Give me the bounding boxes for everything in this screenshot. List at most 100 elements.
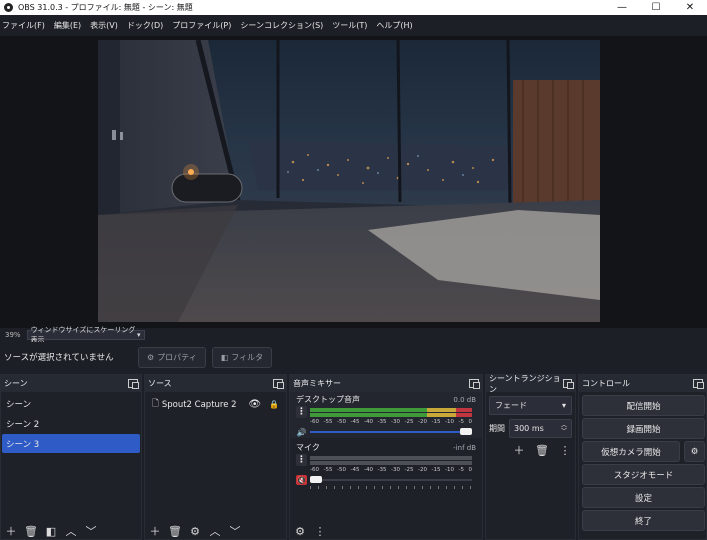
filter-icon: ◧: [220, 352, 229, 362]
muted-speaker-icon[interactable]: 🔇: [296, 475, 307, 485]
sources-dock-header: ソース: [145, 375, 286, 392]
eye-icon[interactable]: 👁: [248, 399, 261, 410]
exit-button[interactable]: 終了: [582, 510, 705, 531]
menu-scene-collection[interactable]: シーンコレクション(S): [240, 20, 323, 31]
filters-button[interactable]: ◧ フィルタ: [211, 346, 273, 368]
undock-icon[interactable]: [693, 379, 704, 389]
meter-scale-tick: 0: [468, 467, 473, 473]
lock-icon[interactable]: 🔒: [269, 400, 279, 409]
sources-dock: ソース 🗋 Spout2 Capture 2 👁 🔒 ＋ 🗑 ⚙ ︿ ﹀: [144, 374, 287, 540]
undock-icon[interactable]: [562, 379, 575, 389]
undock-icon[interactable]: [128, 379, 139, 389]
meter-scale-tick: -55: [323, 467, 333, 473]
meter-segment: [310, 412, 427, 417]
meter-scale-tick: -50: [337, 467, 346, 473]
move-up-icon[interactable]: ︿: [64, 524, 78, 538]
source-item[interactable]: 🗋 Spout2 Capture 2 👁 🔒: [146, 395, 285, 414]
undock-icon[interactable]: [469, 379, 480, 389]
file-icon: 🗋: [152, 398, 159, 409]
controls-dock-header: コントロール: [579, 375, 706, 392]
meter-scale-tick: -45: [350, 467, 360, 473]
scenes-title: シーン: [4, 379, 28, 388]
speaker-icon[interactable]: 🔊: [296, 427, 307, 437]
channel-menu-button[interactable]: ⋮: [296, 454, 307, 466]
scene-filters-icon[interactable]: ◧: [44, 524, 58, 538]
sources-title: ソース: [148, 379, 172, 388]
scene-preview-image: [98, 40, 600, 322]
transition-menu-icon[interactable]: ⋮: [558, 443, 572, 457]
meter-segment: [426, 407, 456, 412]
menu-file[interactable]: ファイル(F): [2, 20, 45, 31]
settings-button[interactable]: 設定: [582, 487, 705, 508]
source-settings-gear-icon[interactable]: ⚙: [188, 524, 202, 538]
studio-mode-button[interactable]: スタジオモード: [582, 464, 705, 485]
start-streaming-button[interactable]: 配信開始: [582, 395, 705, 416]
volume-meter: [310, 407, 472, 417]
spin-arrows-icon[interactable]: ︿ ﹀: [561, 422, 567, 435]
scene-item-selected[interactable]: シーン 3: [2, 434, 140, 453]
sources-toolbar: ＋ 🗑 ⚙ ︿ ﹀: [145, 523, 286, 539]
meter-segment: [426, 412, 456, 417]
menu-docks[interactable]: ドック(D): [127, 20, 163, 31]
meter-scale-tick: -25: [404, 467, 414, 473]
meter-scale-tick: -50: [337, 419, 346, 425]
maximize-button[interactable]: ☐: [639, 0, 673, 15]
meter-scale-tick: -10: [445, 419, 454, 425]
advanced-audio-gear-icon[interactable]: ⚙: [293, 524, 307, 538]
move-down-icon[interactable]: ﹀: [84, 524, 98, 538]
meter-scale-tick: -60: [310, 419, 319, 425]
properties-button[interactable]: ⚙ プロパティ: [138, 346, 206, 368]
mixer-dock-header: 音声ミキサー: [290, 375, 482, 392]
remove-transition-icon[interactable]: 🗑: [535, 443, 549, 457]
no-source-selected-label: ソースが選択されていません: [4, 353, 114, 363]
add-transition-icon[interactable]: ＋: [512, 443, 526, 457]
transition-duration-row: 期間 300 ms ︿ ﹀: [489, 419, 572, 438]
meter-scale-tick: -35: [377, 467, 387, 473]
preview-area[interactable]: [0, 36, 707, 328]
scene-item[interactable]: シーン 2: [2, 414, 140, 433]
menu-tools[interactable]: ツール(T): [332, 20, 367, 31]
virtual-camera-settings-button[interactable]: ⚙: [684, 441, 705, 462]
meter-scale-tick: -15: [431, 419, 441, 425]
volume-meter: [310, 455, 472, 465]
scenes-list: シーン シーン 2 シーン 3: [1, 392, 141, 453]
meter-scale-tick: -55: [323, 419, 333, 425]
add-scene-icon[interactable]: ＋: [4, 524, 18, 538]
menu-profile[interactable]: プロファイル(P): [172, 20, 231, 31]
menu-edit[interactable]: 編集(E): [54, 20, 81, 31]
duration-spinbox[interactable]: 300 ms ︿ ﹀: [509, 419, 572, 438]
channel-db: 0.0 dB: [453, 395, 476, 404]
gear-icon: ⚙: [147, 352, 155, 362]
move-down-icon[interactable]: ﹀: [228, 524, 242, 538]
meter-segment: [455, 407, 472, 412]
minimize-button[interactable]: —: [605, 0, 639, 15]
scenes-dock-header: シーン: [1, 375, 141, 392]
menu-help[interactable]: ヘルプ(H): [376, 20, 412, 31]
volume-slider[interactable]: [310, 476, 472, 483]
preview-canvas[interactable]: [98, 40, 600, 322]
menu-bar: ファイル(F) 編集(E) 表示(V) ドック(D) プロファイル(P) シーン…: [0, 15, 707, 36]
move-up-icon[interactable]: ︿: [208, 524, 222, 538]
meter-scale-tick: -45: [350, 419, 360, 425]
scene-item[interactable]: シーン: [2, 394, 140, 413]
close-button[interactable]: ✕: [673, 0, 707, 15]
start-recording-button[interactable]: 録画開始: [582, 418, 705, 439]
channel-menu-button[interactable]: ⋮: [296, 406, 307, 418]
meter-scale-tick: -30: [391, 419, 400, 425]
mixer-menu-icon[interactable]: ⋮: [313, 524, 327, 538]
meter-segment: [455, 460, 472, 465]
remove-source-icon[interactable]: 🗑: [168, 524, 182, 538]
title-bar: OBS 31.0.3 - プロファイル: 無題 - シーン: 無題 — ☐ ✕: [0, 0, 707, 15]
start-virtual-camera-button[interactable]: 仮想カメラ開始: [582, 441, 680, 462]
preview-scale-dropdown[interactable]: ウィンドウサイズにスケーリング表示 ▾: [26, 326, 145, 344]
slider-ticks: [310, 486, 472, 489]
add-source-icon[interactable]: ＋: [148, 524, 162, 538]
volume-slider[interactable]: [310, 428, 472, 435]
remove-scene-icon[interactable]: 🗑: [24, 524, 38, 538]
preview-status-row: 39% ウィンドウサイズにスケーリング表示 ▾: [0, 326, 707, 344]
meter-scale-tick: -60: [310, 467, 319, 473]
chevron-down-icon: ▾: [137, 331, 141, 339]
menu-view[interactable]: 表示(V): [90, 20, 118, 31]
transition-type-dropdown[interactable]: フェード ▾: [489, 396, 572, 415]
undock-icon[interactable]: [273, 379, 284, 389]
